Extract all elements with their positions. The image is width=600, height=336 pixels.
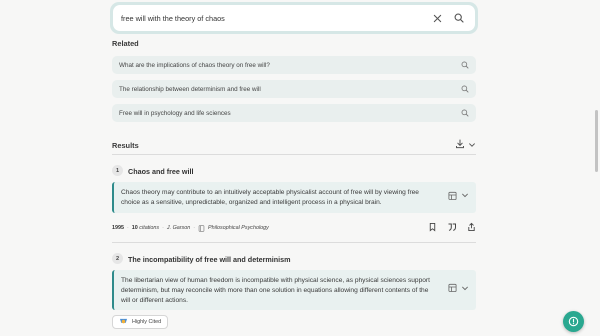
paper-author[interactable]: J. Garson (167, 225, 190, 231)
abstract-text: The libertarian view of human freedom is… (121, 277, 430, 305)
search-input[interactable]: free will with the theory of chaos (121, 14, 423, 23)
chat-icon (568, 316, 579, 327)
related-item-label: What are the implications of chaos theor… (119, 61, 270, 69)
related-item[interactable]: What are the implications of chaos theor… (112, 56, 476, 74)
related-item-label: Free will in psychology and life science… (119, 109, 231, 117)
results-heading: Results (112, 140, 139, 150)
quote-icon[interactable] (447, 222, 457, 234)
paper-abstract: Chaos theory may contribute to an intuit… (112, 182, 476, 213)
paper-title[interactable]: The incompatibility of free will and det… (128, 255, 291, 264)
scrollbar-thumb[interactable] (595, 110, 598, 172)
search-bar: free will with the theory of chaos (110, 2, 478, 34)
paper-title[interactable]: Chaos and free will (128, 167, 194, 176)
result-number: 2 (112, 253, 123, 264)
paper-year: 1995 (112, 225, 124, 231)
share-icon[interactable] (467, 222, 476, 234)
medal-icon (119, 318, 128, 326)
chevron-down-icon[interactable] (461, 191, 469, 203)
table-icon[interactable] (448, 283, 457, 296)
result-number: 1 (112, 165, 123, 176)
citation-count: 10 (131, 225, 138, 231)
results-header: Results (112, 136, 476, 154)
search-icon (461, 85, 469, 93)
download-icon[interactable] (455, 136, 465, 154)
highly-cited-badge: Highly Cited (112, 315, 169, 329)
abstract-text: Chaos theory may contribute to an intuit… (121, 189, 419, 207)
related-item[interactable]: The relationship between determinism and… (112, 80, 476, 98)
clear-icon[interactable] (429, 10, 445, 26)
bookmark-icon[interactable] (428, 222, 437, 234)
citations-label[interactable]: citations (139, 225, 159, 231)
chat-button[interactable] (563, 311, 584, 332)
search-icon[interactable] (451, 10, 467, 26)
badge-label: Highly Cited (132, 319, 162, 325)
divider (112, 154, 476, 155)
journal-icon (198, 224, 205, 232)
search-icon (461, 109, 469, 117)
chevron-down-icon[interactable] (468, 136, 476, 154)
paper-meta: 1995 · 10 citations · J. Garson · Philos… (112, 222, 476, 234)
chevron-down-icon[interactable] (461, 284, 469, 296)
search-box: free will with the theory of chaos (113, 5, 475, 31)
paper-abstract: The libertarian view of human freedom is… (112, 270, 476, 310)
related-item[interactable]: Free will in psychology and life science… (112, 104, 476, 122)
related-item-label: The relationship between determinism and… (119, 85, 261, 93)
search-icon (461, 61, 469, 69)
related-heading: Related (112, 39, 139, 48)
divider (112, 242, 476, 243)
table-icon[interactable] (448, 191, 457, 204)
paper-journal[interactable]: Philosophical Psychology (208, 225, 269, 231)
